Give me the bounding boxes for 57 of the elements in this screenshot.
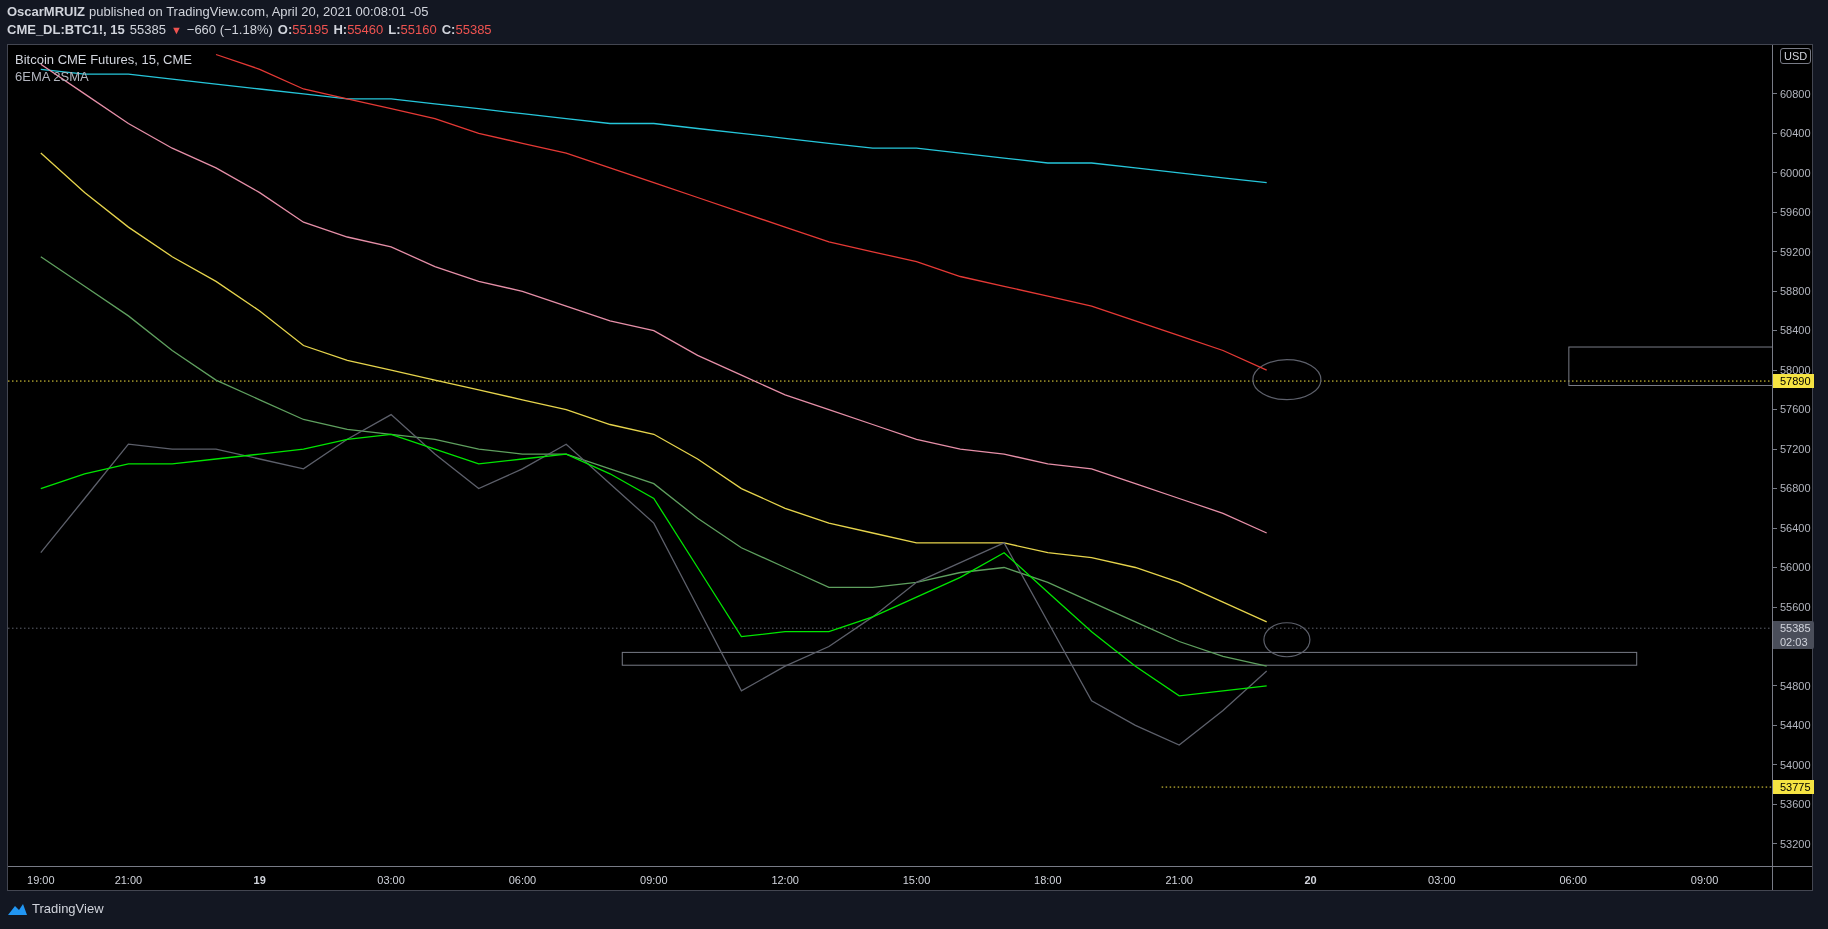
publish-info: published on TradingView.com, April 20, 2021 00:08:01 -05 xyxy=(89,3,429,21)
ellipse-drawing xyxy=(1263,622,1311,658)
price-tick-label: 54000 xyxy=(1780,757,1811,773)
price-tick-label: 54800 xyxy=(1780,678,1811,694)
time-tick-label: 15:00 xyxy=(902,873,931,888)
ohlc-label: C: xyxy=(441,21,456,39)
ohlc-value: 55460 xyxy=(347,21,384,39)
time-tick-label: 19 xyxy=(253,873,266,888)
alert-price-label: 53775 xyxy=(1773,780,1814,795)
cloud-logo-icon xyxy=(6,902,28,916)
time-tick-label: 20 xyxy=(1304,873,1317,888)
time-tick-label: 06:00 xyxy=(1559,873,1587,888)
price-tick-label: 60800 xyxy=(1780,86,1811,102)
price-tick-label: 59600 xyxy=(1780,205,1811,221)
time-tick-label: 18:00 xyxy=(1034,873,1062,888)
ohlc-label: L: xyxy=(388,21,401,39)
price-tick-label: 59200 xyxy=(1780,244,1811,260)
time-tick-label: 09:00 xyxy=(640,873,668,888)
ohlc-value: 55195 xyxy=(292,21,329,39)
price-tick-label: 56000 xyxy=(1780,560,1811,576)
ohlc-value: 55385 xyxy=(455,21,492,39)
time-tick-label: 03:00 xyxy=(377,873,405,888)
alert-price-label: 57890 xyxy=(1773,374,1814,389)
price-change: −660 (−1.18%) xyxy=(186,21,273,39)
price-tick-label: 55600 xyxy=(1780,599,1811,615)
price-tick-label: 56400 xyxy=(1780,520,1811,536)
ohlc-value: 55160 xyxy=(400,21,437,39)
price-tick-label: 60000 xyxy=(1780,165,1811,181)
ohlc-label: H: xyxy=(333,21,348,39)
price-tick-label: 57600 xyxy=(1780,402,1811,418)
time-tick-label: 21:00 xyxy=(114,873,143,888)
price-tick-label: 53600 xyxy=(1780,797,1811,813)
price-tick-label: 58800 xyxy=(1780,284,1811,299)
price-tick-label: 53200 xyxy=(1780,836,1811,852)
last-price: 55385 xyxy=(129,21,166,39)
price-tick-label: 54400 xyxy=(1780,718,1811,734)
symbol-label: CME_DL:BTC1!, 15 xyxy=(7,21,125,39)
ohlc-label: O: xyxy=(277,21,293,39)
price-tick-label: 60400 xyxy=(1780,126,1811,142)
price-tick-label: 58000 xyxy=(1780,362,1811,377)
time-tick-label: 06:00 xyxy=(508,873,537,888)
price-tick-label: 57200 xyxy=(1780,441,1811,457)
price-tick-label: 56800 xyxy=(1780,481,1811,497)
time-tick-label: 03:00 xyxy=(1428,873,1456,888)
time-tick-label: 09:00 xyxy=(1690,873,1719,888)
countdown-label: 02:03 xyxy=(1780,635,1809,650)
change-arrow: ▼ xyxy=(170,23,182,38)
brand-name[interactable]: TradingView xyxy=(32,899,104,919)
last-price-label: 55385 xyxy=(1780,621,1812,636)
price-tick-label: 58400 xyxy=(1780,323,1811,339)
time-tick-label: 12:00 xyxy=(771,873,799,888)
currency-badge[interactable]: USD xyxy=(1780,48,1812,64)
time-tick-label: 21:00 xyxy=(1165,873,1193,888)
chart-title: Bitcoin CME Futures, 15, CME xyxy=(15,51,192,68)
author-name[interactable]: OscarMRUIZ xyxy=(7,3,86,21)
time-tick-label: 19:00 xyxy=(27,873,55,888)
ellipse-drawing xyxy=(1252,359,1322,401)
